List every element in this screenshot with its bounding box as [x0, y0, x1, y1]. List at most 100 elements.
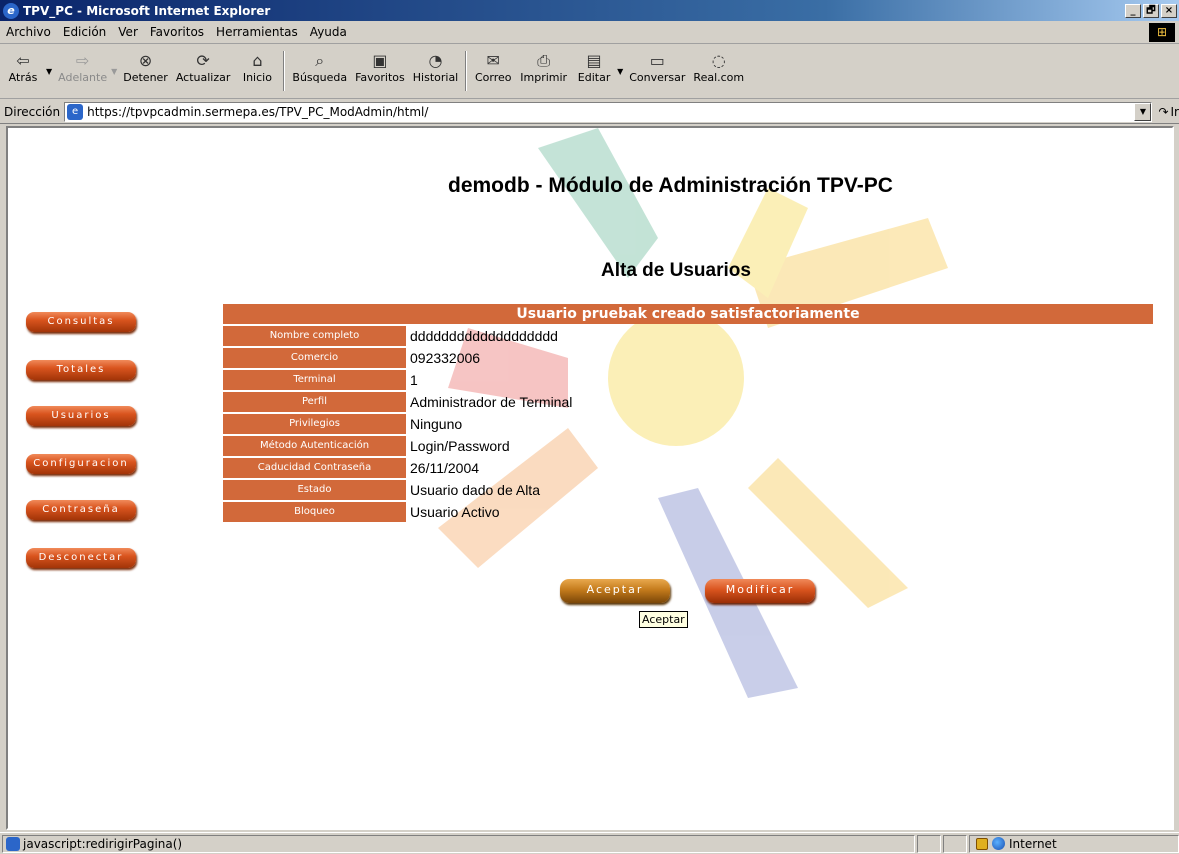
realcom-button[interactable]: ◌ Real.com: [689, 51, 748, 84]
refresh-button[interactable]: ⟳ Actualizar: [172, 51, 235, 84]
search-icon: ⌕: [315, 51, 325, 70]
globe-icon: [992, 837, 1005, 850]
table-row: Caducidad Contraseña 26/11/2004: [223, 457, 1153, 478]
row-value: ddddddddddddddddddd: [410, 327, 558, 344]
forward-dropdown-icon[interactable]: ▼: [111, 67, 117, 76]
forward-button[interactable]: ⇨ Adelante: [54, 51, 111, 84]
menu-edicion[interactable]: Edición: [57, 25, 112, 39]
search-button[interactable]: ⌕ Búsqueda: [288, 51, 351, 84]
menu-favoritos[interactable]: Favoritos: [144, 25, 210, 39]
discuss-button[interactable]: ▭ Conversar: [625, 51, 689, 84]
row-value: Ninguno: [410, 415, 463, 432]
go-button[interactable]: ↷ Ir: [1158, 105, 1179, 119]
window-titlebar: e TPV_PC - Microsoft Internet Explorer _…: [0, 0, 1179, 21]
row-label: Comercio: [223, 347, 406, 368]
security-zone: Internet: [969, 834, 1179, 853]
address-bar: Dirección e https://tpvpcadmin.sermepa.e…: [0, 100, 1179, 124]
printer-icon: ⎙: [537, 51, 551, 70]
mail-icon: ✉: [486, 51, 500, 70]
maximize-button[interactable]: 🗗: [1143, 3, 1159, 18]
table-row: Perfil Administrador de Terminal: [223, 391, 1153, 412]
modificar-button[interactable]: Modificar: [705, 579, 815, 603]
nav-totales-button[interactable]: Totales: [26, 360, 136, 380]
row-value: 1: [410, 371, 418, 388]
menu-herramientas[interactable]: Herramientas: [210, 25, 304, 39]
zone-label: Internet: [1009, 836, 1057, 851]
mail-label: Correo: [474, 71, 512, 84]
refresh-label: Actualizar: [175, 71, 231, 84]
aceptar-button[interactable]: Aceptar: [560, 579, 670, 603]
ie-icon: e: [3, 2, 19, 19]
print-label: Imprimir: [520, 71, 568, 84]
row-label: Caducidad Contraseña: [223, 457, 406, 478]
nav-configuracion-button[interactable]: Configuracion: [26, 454, 136, 474]
refresh-icon: ⟳: [196, 51, 210, 70]
stop-button[interactable]: ⊗ Detener: [119, 51, 172, 84]
mail-button[interactable]: ✉ Correo: [470, 51, 516, 84]
row-value: Administrador de Terminal: [410, 393, 573, 410]
toolbar-separator: [465, 51, 468, 91]
table-row: Comercio 092332006: [223, 347, 1153, 368]
table-row: Estado Usuario dado de Alta: [223, 479, 1153, 500]
back-button[interactable]: ⇦ Atrás: [0, 51, 46, 84]
home-label: Inicio: [242, 71, 272, 84]
nav-desconectar-button[interactable]: Desconectar: [26, 548, 136, 568]
home-button[interactable]: ⌂ Inicio: [234, 51, 280, 84]
row-value: 26/11/2004: [410, 459, 480, 476]
go-label: Ir: [1170, 104, 1179, 119]
status-cell: [917, 834, 941, 853]
print-button[interactable]: ⎙ Imprimir: [516, 51, 571, 84]
row-label: Método Autenticación: [223, 435, 406, 456]
nav-consultas-button[interactable]: Consultas: [26, 312, 136, 332]
lock-icon: [976, 837, 988, 850]
forward-label: Adelante: [58, 71, 108, 84]
history-button[interactable]: ◔ Historial: [409, 51, 462, 84]
row-label: Estado: [223, 479, 406, 500]
user-details-table: Usuario pruebak creado satisfactoriament…: [223, 304, 1153, 522]
row-value: Usuario dado de Alta: [410, 481, 540, 498]
menu-archivo[interactable]: Archivo: [0, 25, 57, 39]
status-cell: [943, 834, 967, 853]
realcom-icon: ◌: [711, 51, 726, 70]
window-title: TPV_PC - Microsoft Internet Explorer: [23, 3, 271, 18]
address-url: https://tpvpcadmin.sermepa.es/TPV_PC_Mod…: [87, 104, 429, 119]
favorites-label: Favoritos: [355, 71, 405, 84]
nav-usuarios-button[interactable]: Usuarios: [26, 406, 136, 426]
favorites-icon: ▣: [372, 51, 388, 70]
forward-arrow-icon: ⇨: [75, 51, 90, 70]
close-button[interactable]: ×: [1161, 3, 1177, 18]
menu-bar: Archivo Edición Ver Favoritos Herramient…: [0, 21, 1179, 44]
status-bar: javascript:redirigirPagina() Internet: [0, 832, 1179, 854]
edit-button[interactable]: ▤ Editar: [571, 51, 617, 84]
row-label: Privilegios: [223, 413, 406, 434]
edit-label: Editar: [577, 71, 611, 84]
back-label: Atrás: [8, 71, 38, 84]
menu-ver[interactable]: Ver: [112, 25, 144, 39]
discuss-icon: ▭: [649, 51, 665, 70]
nav-contrasena-button[interactable]: Contraseña: [26, 500, 136, 520]
page-icon: e: [67, 103, 84, 120]
address-input[interactable]: e https://tpvpcadmin.sermepa.es/TPV_PC_M…: [64, 101, 1153, 122]
back-dropdown-icon[interactable]: ▼: [46, 67, 52, 76]
row-value: Usuario Activo: [410, 503, 500, 520]
row-label: Bloqueo: [223, 501, 406, 522]
history-icon: ◔: [428, 51, 443, 70]
windows-logo-icon: ⊞: [1149, 23, 1175, 42]
minimize-button[interactable]: _: [1125, 3, 1141, 18]
menu-ayuda[interactable]: Ayuda: [304, 25, 353, 39]
toolbar-separator: [283, 51, 286, 91]
home-icon: ⌂: [252, 51, 263, 70]
address-dropdown-icon[interactable]: ▼: [1134, 102, 1152, 121]
table-row: Nombre completo ddddddddddddddddddd: [223, 325, 1153, 346]
edit-dropdown-icon[interactable]: ▼: [617, 67, 623, 76]
stop-label: Detener: [123, 71, 168, 84]
success-message: Usuario pruebak creado satisfactoriament…: [223, 304, 1153, 324]
aceptar-tooltip: Aceptar: [639, 611, 688, 628]
row-label: Nombre completo: [223, 325, 406, 346]
stop-icon: ⊗: [138, 51, 153, 70]
table-row: Terminal 1: [223, 369, 1153, 390]
go-arrow-icon: ↷: [1158, 104, 1169, 119]
row-label: Perfil: [223, 391, 406, 412]
address-label: Dirección: [4, 104, 61, 119]
favorites-button[interactable]: ▣ Favoritos: [351, 51, 409, 84]
